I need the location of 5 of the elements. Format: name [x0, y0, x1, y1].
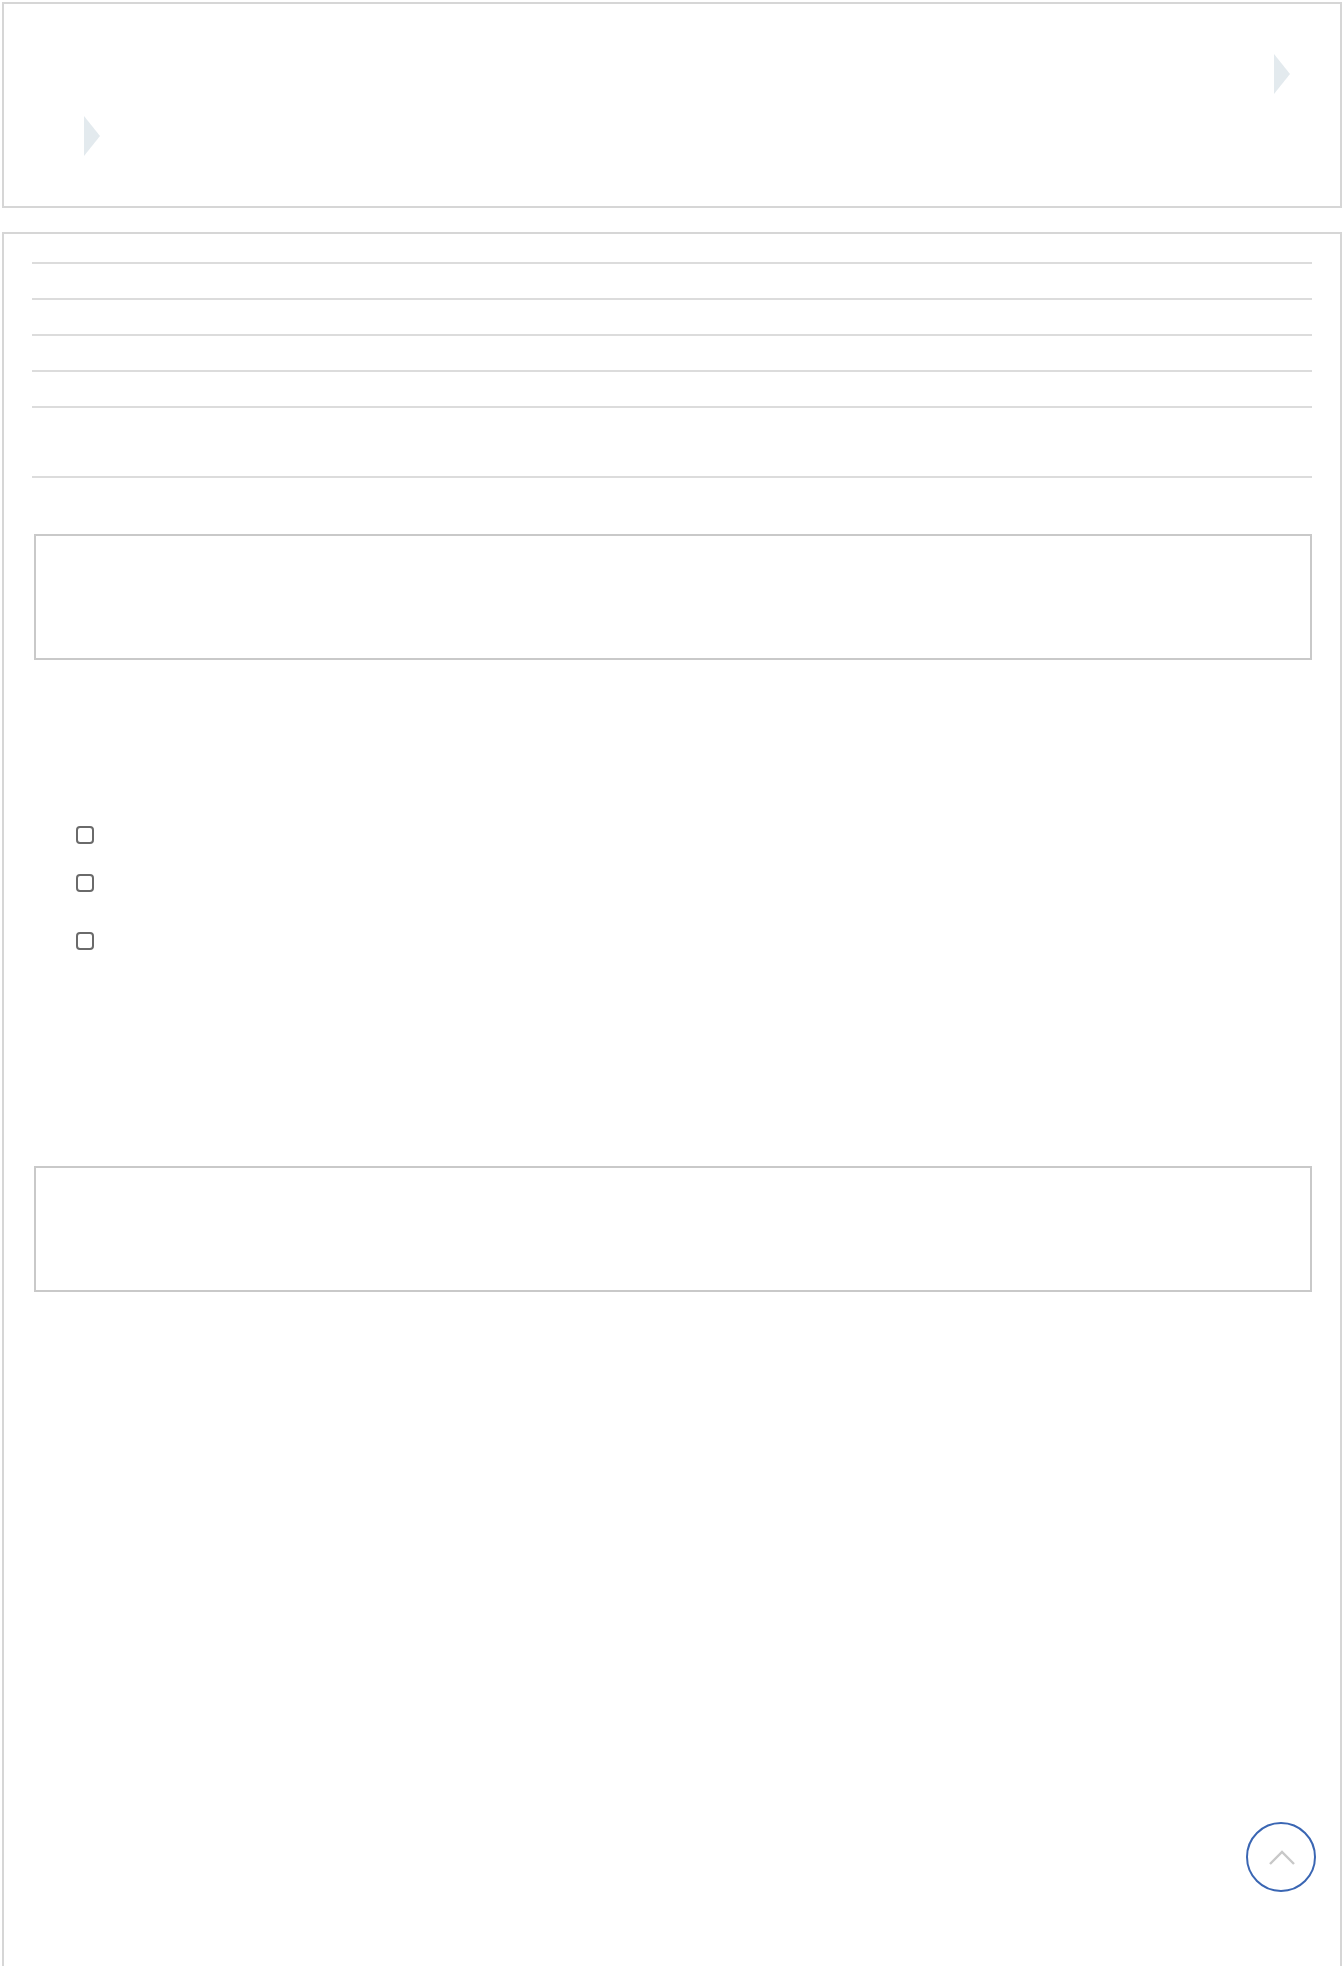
checkbox[interactable]: [76, 826, 94, 844]
checkbox[interactable]: [76, 932, 94, 950]
back-to-top-button[interactable]: [1246, 1822, 1316, 1892]
checkbox[interactable]: [76, 874, 94, 892]
chevron-up-icon: [1267, 1849, 1295, 1865]
